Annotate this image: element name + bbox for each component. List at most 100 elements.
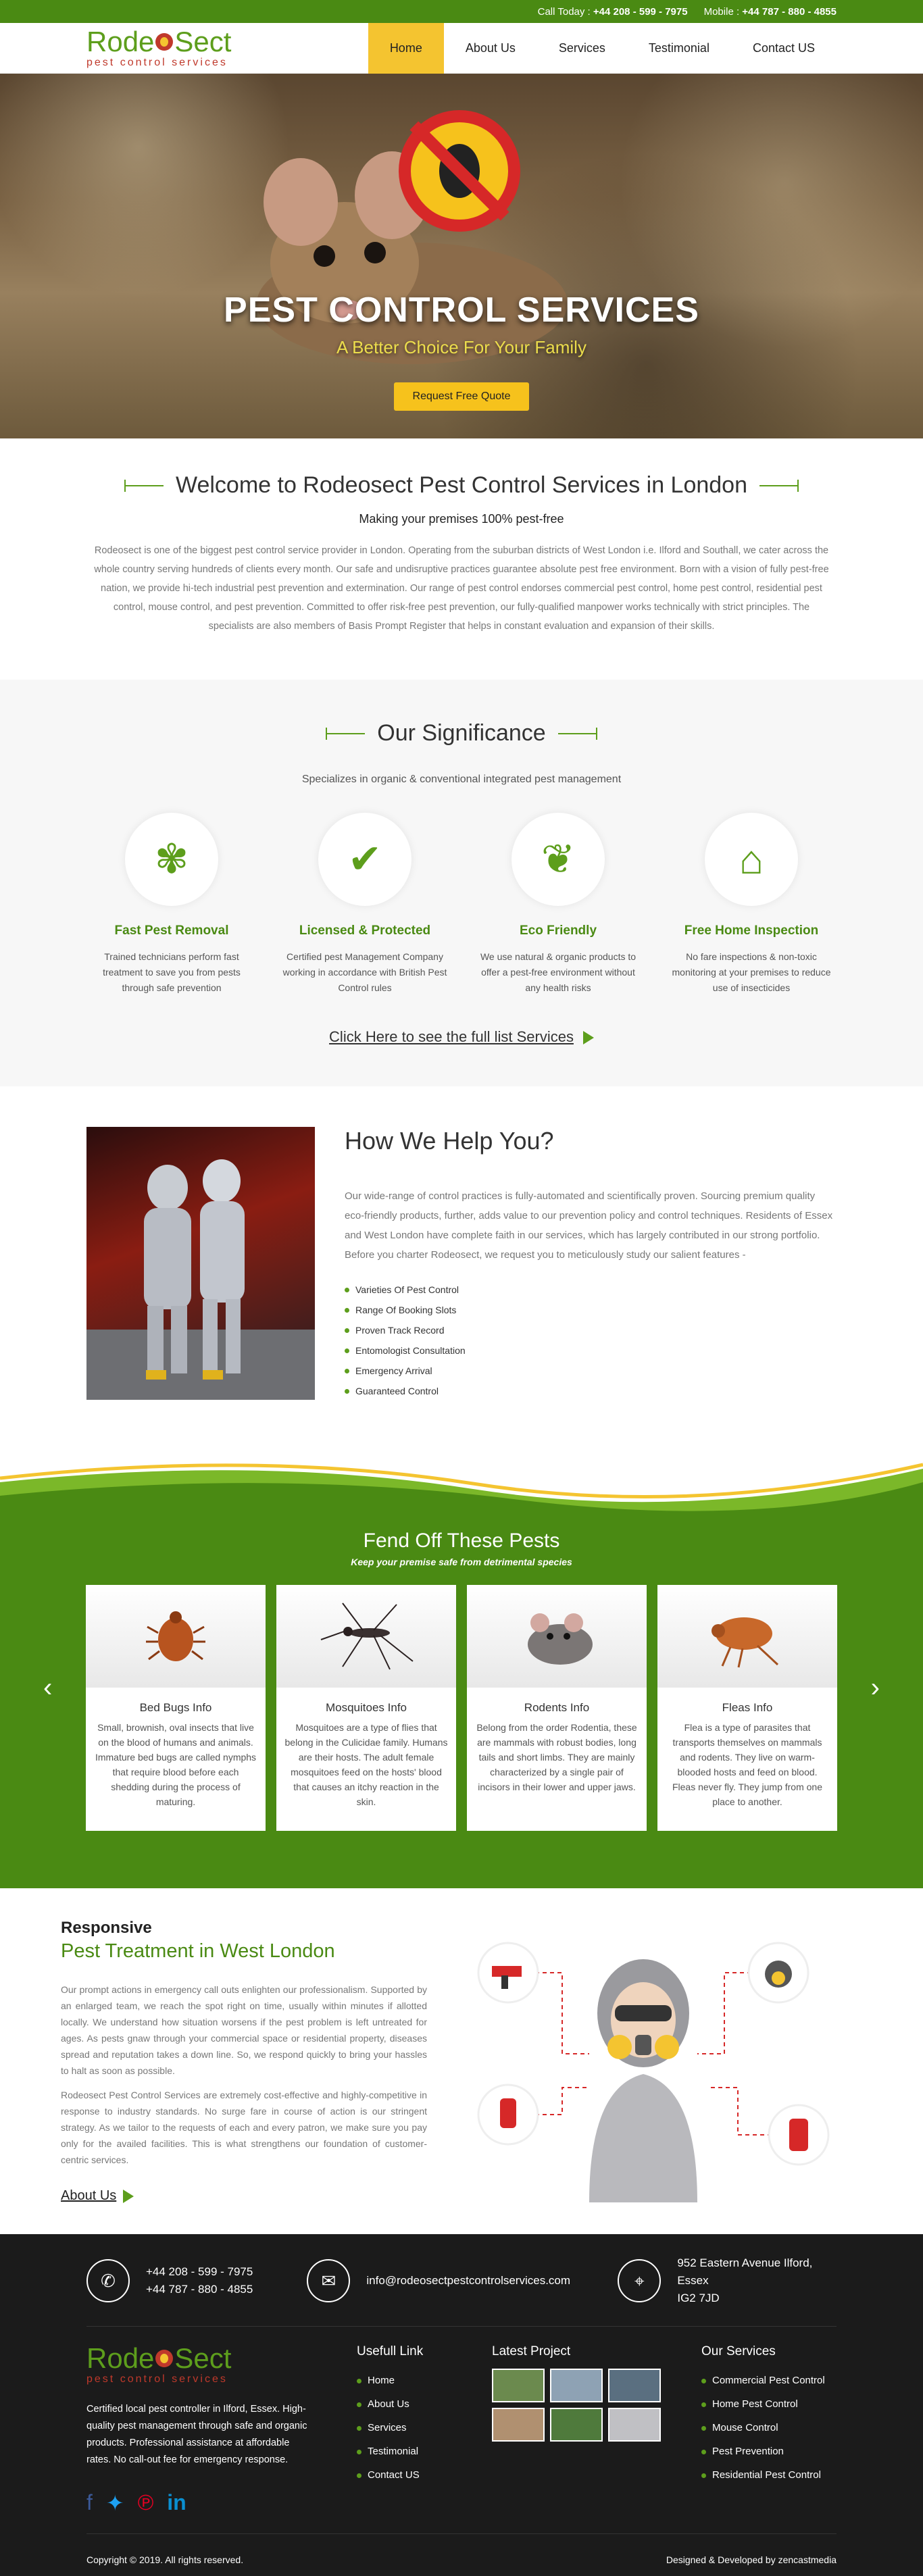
pest-card-fleas[interactable]: Fleas Info Flea is a type of parasites t…: [657, 1585, 837, 1831]
footer-link[interactable]: Pest Prevention: [701, 2440, 825, 2463]
play-arrow-icon: [123, 2189, 134, 2203]
top-contact-bar: Call Today : +44 208 - 599 - 7975 Mobile…: [0, 0, 923, 23]
footer-link[interactable]: Testimonial: [357, 2440, 451, 2463]
about-us-link[interactable]: About Us: [61, 2188, 134, 2204]
list-item: Entomologist Consultation: [345, 1340, 837, 1361]
footer-link[interactable]: About Us: [357, 2392, 451, 2416]
feature-licensed: ✔ Licensed & Protected Certified pest Ma…: [282, 813, 448, 996]
footer-bottom-bar: Copyright © 2019. All rights reserved. D…: [86, 2533, 837, 2576]
welcome-title: Welcome to Rodeosect Pest Control Servic…: [175, 472, 748, 498]
list-item: Proven Track Record: [345, 1320, 837, 1340]
pest-card-text: Mosquitoes are a type of flies that belo…: [284, 1722, 448, 1807]
nav-testimonial[interactable]: Testimonial: [627, 23, 731, 74]
phone-number[interactable]: +44 208 - 599 - 7975: [146, 2263, 253, 2281]
hero-banner: PEST CONTROL SERVICES A Better Choice Fo…: [0, 74, 923, 438]
facebook-icon[interactable]: f: [86, 2490, 93, 2516]
pest-card-rodents[interactable]: Rodents Info Belong from the order Roden…: [467, 1585, 647, 1831]
pest-card-bedbugs[interactable]: Bed Bugs Info Small, brownish, oval inse…: [86, 1585, 266, 1831]
home-search-icon: ⌂: [739, 836, 764, 882]
responsive-paragraph: Our prompt actions in emergency call out…: [61, 1984, 427, 2076]
nav-contact[interactable]: Contact US: [731, 23, 837, 74]
site-footer: ✆ +44 208 - 599 - 7975 +44 787 - 880 - 48…: [0, 2234, 923, 2576]
footer-link[interactable]: Home: [357, 2369, 451, 2392]
credit-link[interactable]: zencastmedia: [778, 2554, 837, 2565]
feature-eco: ❦ Eco Friendly We use natural & organic …: [475, 813, 641, 996]
nav-about[interactable]: About Us: [444, 23, 537, 74]
footer-latest-project: Latest Project: [492, 2344, 661, 2516]
nav-home[interactable]: Home: [368, 22, 444, 74]
project-thumbnail[interactable]: [492, 2408, 545, 2442]
help-title: How We Help You?: [345, 1127, 554, 1155]
no-bug-icon: [399, 110, 520, 232]
feature-list: ✾ Fast Pest Removal Trained technicians …: [0, 813, 923, 996]
mobile-number[interactable]: +44 787 - 880 - 4855: [742, 6, 837, 18]
address-line: IG2 7JD: [677, 2292, 720, 2304]
address-text: 952 Eastern Avenue Ilford, Essex IG2 7JD: [677, 2254, 837, 2307]
logo-wordmark: Rode Sect: [86, 2344, 316, 2373]
footer-columns: Rode Sect pest control services Certified…: [86, 2327, 837, 2516]
project-thumbnail[interactable]: [608, 2408, 661, 2442]
feature-text: Certified pest Management Company workin…: [282, 951, 447, 993]
phone-number[interactable]: +44 787 - 880 - 4855: [146, 2281, 253, 2298]
hero-subtitle: A Better Choice For Your Family: [336, 337, 587, 357]
title-divider: [557, 727, 597, 740]
significance-tagline: Specializes in organic & conventional in…: [301, 774, 622, 785]
feature-text: We use natural & organic products to off…: [480, 951, 637, 993]
mosquito-image: [276, 1585, 456, 1688]
call-number[interactable]: +44 208 - 599 - 7975: [593, 6, 688, 18]
exterminator-illustration: [454, 1919, 862, 2202]
project-thumbnail[interactable]: [492, 2369, 545, 2402]
call-today: Call Today : +44 208 - 599 - 7975: [538, 6, 688, 18]
nav-services[interactable]: Services: [537, 23, 627, 74]
footer-about-text: Certified local pest controller in Ilfor…: [86, 2404, 307, 2465]
pest-card-text: Small, brownish, oval insects that live …: [95, 1722, 257, 1807]
footer-link[interactable]: Services: [357, 2416, 451, 2440]
pest-carousel: Bed Bugs Info Small, brownish, oval inse…: [0, 1585, 923, 1831]
pests-section: Fend Off These Pests Keep your premise s…: [0, 1523, 923, 1888]
copyright: Copyright © 2019. All rights reserved.: [86, 2554, 244, 2565]
carousel-prev-icon[interactable]: ‹: [43, 1673, 52, 1703]
project-thumbnails: [492, 2369, 661, 2442]
title-divider: [759, 479, 799, 492]
pest-card-text: Flea is a type of parasites that transpo…: [672, 1722, 823, 1807]
responsive-section: Responsive Pest Treatment in West London…: [0, 1888, 923, 2234]
twitter-icon[interactable]: ✦: [106, 2490, 124, 2516]
responsive-content: Responsive Pest Treatment in West London…: [61, 1919, 427, 2204]
footer-link[interactable]: Residential Pest Control: [701, 2463, 825, 2487]
header: Rode Sect pest control services Home Abou…: [0, 22, 923, 74]
full-services-link[interactable]: Click Here to see the full list Services: [329, 1028, 594, 1046]
footer-link[interactable]: Home Pest Control: [701, 2392, 825, 2416]
credit: Designed & Developed by zencastmedia: [666, 2554, 837, 2565]
site-logo[interactable]: Rode Sect pest control services: [86, 28, 231, 68]
pest-card-title: Fleas Info: [722, 1701, 773, 1714]
pinterest-icon[interactable]: ℗: [138, 2490, 154, 2516]
footer-link[interactable]: Contact US: [357, 2463, 451, 2487]
footer-link[interactable]: Commercial Pest Control: [701, 2369, 825, 2392]
help-body: Our wide-range of control practices is f…: [345, 1190, 833, 1261]
feature-text: No fare inspections & non-toxic monitori…: [672, 951, 831, 993]
footer-logo[interactable]: Rode Sect pest control services: [86, 2344, 316, 2385]
play-arrow-icon: [582, 1031, 594, 1045]
project-thumbnail[interactable]: [550, 2408, 603, 2442]
request-quote-button[interactable]: Request Free Quote: [393, 382, 530, 411]
project-thumbnail[interactable]: [550, 2369, 603, 2402]
linkedin-icon[interactable]: in: [167, 2490, 186, 2516]
footer-contacts: ✆ +44 208 - 599 - 7975 +44 787 - 880 - 48…: [86, 2234, 837, 2327]
footer-link[interactable]: Mouse Control: [701, 2416, 825, 2440]
pest-card-title: Mosquitoes Info: [325, 1701, 407, 1714]
list-item: Guaranteed Control: [345, 1381, 837, 1401]
hero-title: PEST CONTROL SERVICES: [224, 291, 699, 330]
flea-image: [657, 1585, 837, 1688]
logo-name-left: Rode: [86, 2342, 155, 2374]
about-us-label: About Us: [61, 2188, 117, 2203]
email-address[interactable]: info@rodeosectpestcontrolservices.com: [366, 2272, 570, 2290]
significance-title-wrap: Our Significance: [0, 720, 923, 747]
project-thumbnail[interactable]: [608, 2369, 661, 2402]
pest-card-title: Bed Bugs Info: [139, 1701, 212, 1714]
responsive-paragraph: Rodeosect Pest Control Services are extr…: [61, 2090, 427, 2165]
feature-fast-removal: ✾ Fast Pest Removal Trained technicians …: [89, 813, 255, 996]
footer-column-title: Usefull Link: [357, 2344, 424, 2358]
pest-card-mosquitoes[interactable]: Mosquitoes Info Mosquitoes are a type of…: [276, 1585, 456, 1831]
carousel-next-icon[interactable]: ›: [871, 1673, 880, 1703]
welcome-body: Rodeosect is one of the biggest pest con…: [94, 545, 829, 632]
